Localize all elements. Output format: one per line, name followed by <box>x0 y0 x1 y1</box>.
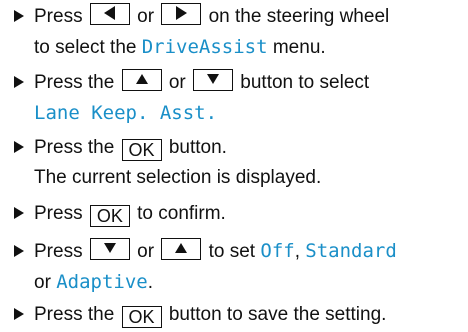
up-triangle-icon <box>135 74 148 84</box>
step-1-line-1: Press or on the steering wheel <box>14 2 464 32</box>
option-off: Off <box>260 240 295 262</box>
left-button <box>89 3 130 25</box>
up-triangle-icon <box>175 243 188 253</box>
step-3-rest: button. <box>168 137 227 158</box>
step-1: Press or on the steering wheel to select… <box>14 2 464 63</box>
menu-lane-keep-asst: Lane Keep. Asst. <box>34 102 218 124</box>
up-button <box>161 238 202 260</box>
step-3: Press the OK button. The current selecti… <box>14 133 464 193</box>
press-text: Press <box>34 6 83 27</box>
right-button <box>161 3 202 25</box>
press-text: Press <box>34 203 83 224</box>
to-set-text: to set <box>208 241 256 262</box>
press-the-text: Press the <box>34 137 115 158</box>
ok-button: OK <box>89 205 130 227</box>
press-the-text: Press the <box>34 72 115 93</box>
period: . <box>147 272 153 293</box>
step-1-line-2: to select the DriveAssist menu. <box>14 32 464 63</box>
down-button <box>89 238 130 260</box>
or-text: or <box>137 6 155 27</box>
or-text: or <box>168 72 186 93</box>
down-triangle-icon <box>103 243 116 253</box>
press-text: Press <box>34 241 83 262</box>
option-adaptive: Adaptive <box>56 271 148 293</box>
left-triangle-icon <box>103 6 115 20</box>
step-4-rest: to confirm. <box>137 203 226 224</box>
step-3-line-1: Press the OK button. <box>14 133 464 163</box>
step-5-line-1: Press or to set Off, Standard <box>14 236 464 267</box>
step-2-rest: button to select <box>240 72 370 93</box>
arrow-bullet-icon <box>14 245 24 257</box>
step-4: Press OK to confirm. <box>14 199 464 229</box>
arrow-bullet-icon <box>14 308 24 320</box>
step-6-rest: button to save the setting. <box>168 304 387 325</box>
option-standard: Standard <box>305 240 397 262</box>
down-triangle-icon <box>207 74 220 84</box>
step-2-line-2: Lane Keep. Asst. <box>14 98 464 129</box>
step-5-line-2: or Adaptive. <box>14 267 464 298</box>
ok-button: OK <box>121 139 162 161</box>
step-1-rest: on the steering wheel <box>208 6 390 27</box>
instruction-page: Press or on the steering wheel to select… <box>0 0 468 332</box>
ok-button: OK <box>121 306 162 328</box>
up-button <box>121 69 162 91</box>
step-2-line-1: Press the or button to select <box>14 68 464 98</box>
arrow-bullet-icon <box>14 207 24 219</box>
right-triangle-icon <box>176 6 188 20</box>
or-text: or <box>34 272 51 293</box>
step-3-line-2: The current selection is displayed. <box>34 167 322 188</box>
press-the-text: Press the <box>34 304 115 325</box>
arrow-bullet-icon <box>14 76 24 88</box>
arrow-bullet-icon <box>14 141 24 153</box>
step-1-post: menu. <box>272 37 326 58</box>
comma: , <box>294 241 300 262</box>
step-2: Press the or button to select Lane Keep.… <box>14 68 464 129</box>
or-text: or <box>137 241 155 262</box>
step-5: Press or to set Off, Standard or Adaptiv… <box>14 236 464 298</box>
step-6: Press the OK button to save the setting. <box>14 300 464 330</box>
menu-driveassist: DriveAssist <box>141 36 268 58</box>
arrow-bullet-icon <box>14 10 24 22</box>
down-button <box>193 69 234 91</box>
step-1-pre: to select the <box>34 37 137 58</box>
